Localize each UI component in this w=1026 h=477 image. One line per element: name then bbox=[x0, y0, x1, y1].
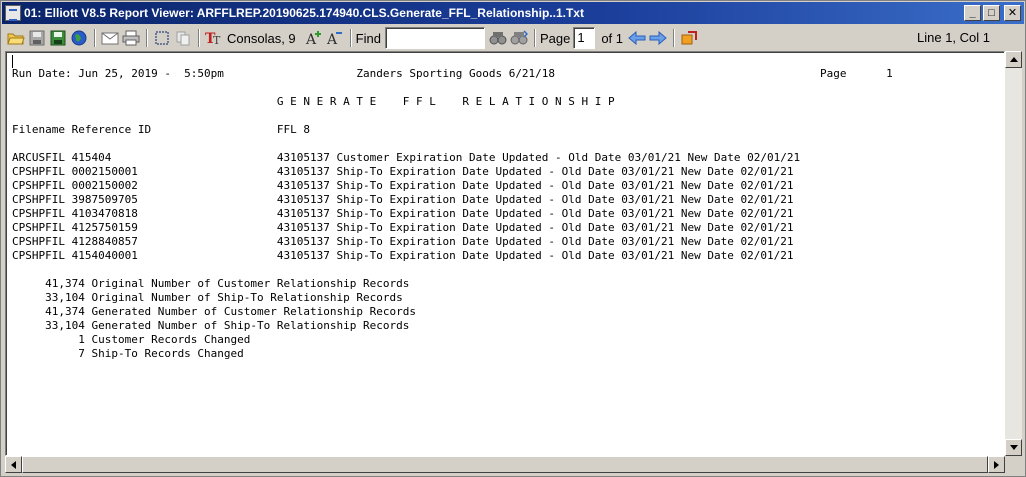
title-bar[interactable]: 01: Elliott V8.5 Report Viewer: ARFFLREP… bbox=[2, 2, 1024, 24]
find-next-icon[interactable] bbox=[509, 28, 529, 48]
toolbar-separator bbox=[198, 29, 200, 47]
close-button[interactable]: ✕ bbox=[1004, 5, 1021, 21]
scroll-right-button[interactable] bbox=[988, 456, 1005, 473]
horizontal-scroll-thumb[interactable] bbox=[22, 456, 988, 473]
prev-page-icon[interactable] bbox=[627, 28, 647, 48]
open-folder-icon[interactable] bbox=[6, 28, 26, 48]
print-icon[interactable] bbox=[121, 28, 141, 48]
find-input[interactable] bbox=[384, 27, 485, 49]
page-label: Page bbox=[539, 30, 571, 46]
find-icon[interactable] bbox=[488, 28, 508, 48]
scroll-up-button[interactable] bbox=[1005, 51, 1022, 68]
scrollbar-corner bbox=[1005, 456, 1022, 473]
svg-text:A: A bbox=[326, 32, 338, 46]
select-icon[interactable] bbox=[152, 28, 172, 48]
horizontal-scrollbar[interactable] bbox=[5, 456, 1005, 473]
font-icon[interactable]: TT bbox=[204, 28, 224, 48]
toolbar-separator bbox=[533, 29, 536, 47]
svg-text:T: T bbox=[213, 34, 221, 46]
toolbar: TT Consolas, 9 A A Find Page 1 of 1 Line… bbox=[2, 25, 1024, 51]
save-as-icon[interactable] bbox=[48, 28, 68, 48]
cursor-position-status: Line 1, Col 1 bbox=[917, 30, 990, 45]
minimize-button[interactable]: _ bbox=[964, 5, 981, 21]
window-title: 01: Elliott V8.5 Report Viewer: ARFFLREP… bbox=[24, 6, 584, 20]
vertical-scrollbar[interactable] bbox=[1005, 51, 1022, 456]
font-setting-label[interactable]: Consolas, 9 bbox=[227, 31, 296, 46]
scroll-left-button[interactable] bbox=[5, 456, 22, 473]
toolbar-separator bbox=[146, 29, 148, 47]
report-text: Run Date: Jun 25, 2019 - 5:50pm Zanders … bbox=[12, 67, 893, 360]
increase-font-icon[interactable]: A bbox=[304, 28, 324, 48]
report-viewer-window: 01: Elliott V8.5 Report Viewer: ARFFLREP… bbox=[0, 0, 1026, 477]
page-count-label: of 1 bbox=[601, 30, 624, 46]
globe-icon[interactable] bbox=[69, 28, 89, 48]
copy-icon[interactable] bbox=[173, 28, 193, 48]
scroll-down-button[interactable] bbox=[1005, 439, 1022, 456]
page-number-input[interactable]: 1 bbox=[573, 27, 596, 49]
maximize-button[interactable]: □ bbox=[983, 5, 1000, 21]
toolbar-separator bbox=[94, 29, 96, 47]
find-label: Find bbox=[355, 30, 381, 46]
toolbar-separator bbox=[349, 29, 352, 47]
report-document[interactable]: Run Date: Jun 25, 2019 - 5:50pm Zanders … bbox=[5, 51, 1005, 456]
save-icon[interactable] bbox=[27, 28, 47, 48]
decrease-font-icon[interactable]: A bbox=[325, 28, 345, 48]
app-icon bbox=[5, 5, 21, 21]
export-icon[interactable] bbox=[679, 28, 699, 48]
next-page-icon[interactable] bbox=[648, 28, 668, 48]
window-controls: _ □ ✕ bbox=[964, 5, 1021, 21]
email-icon[interactable] bbox=[100, 28, 120, 48]
toolbar-separator bbox=[673, 29, 676, 47]
